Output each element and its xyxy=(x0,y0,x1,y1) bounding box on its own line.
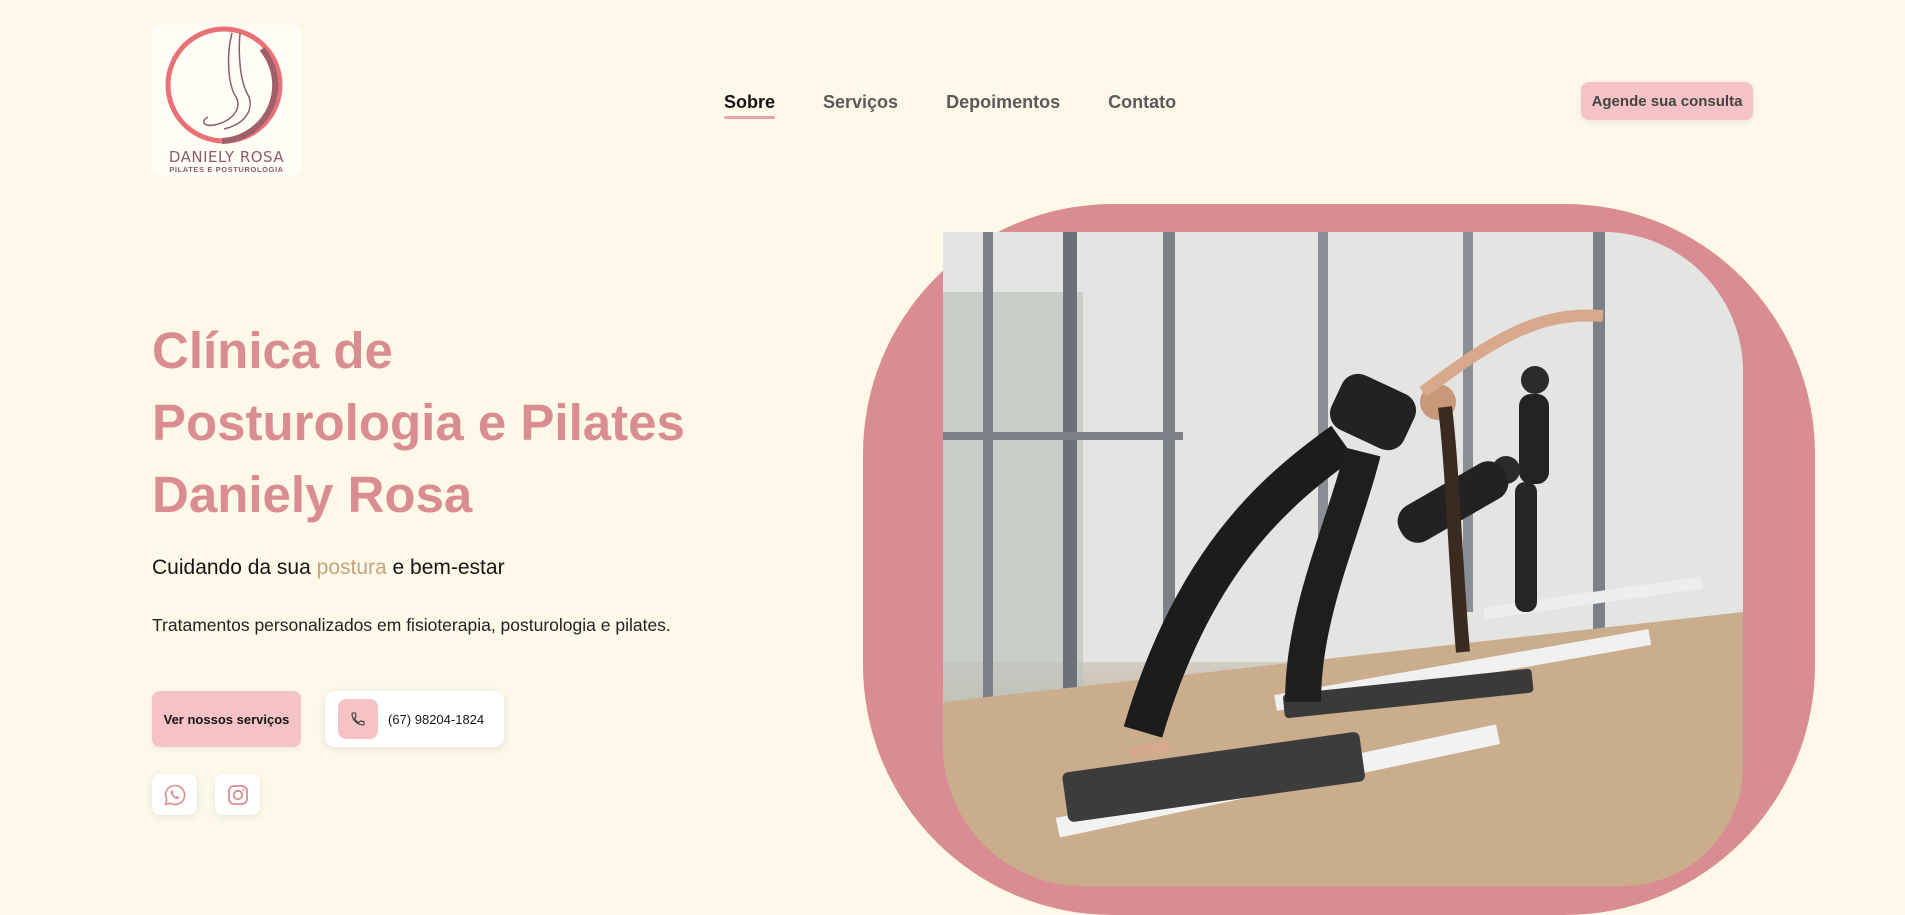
hero-title-line-3: Daniely Rosa xyxy=(152,466,473,523)
phone-button[interactable]: (67) 98204-1824 xyxy=(325,691,504,747)
tagline-end: e bem-estar xyxy=(386,556,505,579)
phone-icon xyxy=(338,699,378,739)
hero-description: Tratamentos personalizados em fisioterap… xyxy=(152,615,671,635)
logo[interactable]: DANIELY ROSA PILATES E POSTUROLOGIA xyxy=(152,25,301,176)
nav-item-servicos[interactable]: Serviços xyxy=(823,92,898,113)
instagram-button[interactable] xyxy=(215,774,260,815)
hero-title-line-1: Clínica de xyxy=(152,322,393,379)
whatsapp-icon xyxy=(163,784,185,806)
nav-item-depoimentos[interactable]: Depoimentos xyxy=(946,92,1060,113)
main-nav: Sobre Serviços Depoimentos Contato xyxy=(724,92,1176,119)
phone-number: (67) 98204-1824 xyxy=(388,711,485,727)
pilates-scene xyxy=(943,232,1743,886)
logo-foot-icon xyxy=(165,26,283,144)
hero-tagline: Cuidando da sua postura e bem-estar xyxy=(152,556,505,580)
logo-name: DANIELY ROSA xyxy=(168,148,285,166)
hero-image xyxy=(943,232,1743,886)
nav-item-contato[interactable]: Contato xyxy=(1108,92,1176,113)
view-services-button[interactable]: Ver nossos serviços xyxy=(152,691,301,747)
logo-subtitle: PILATES E POSTUROLOGIA xyxy=(169,165,284,174)
hero-title-line-2: Posturologia e Pilates xyxy=(152,394,685,451)
whatsapp-button[interactable] xyxy=(152,774,197,815)
hero-title: Clínica de Posturologia e Pilates Daniel… xyxy=(152,315,712,531)
schedule-button[interactable]: Agende sua consulta xyxy=(1581,82,1753,120)
instagram-icon xyxy=(227,784,248,805)
tagline-highlight: postura xyxy=(316,556,387,579)
tagline-start: Cuidando da sua xyxy=(152,556,317,579)
nav-item-sobre[interactable]: Sobre xyxy=(724,92,776,119)
